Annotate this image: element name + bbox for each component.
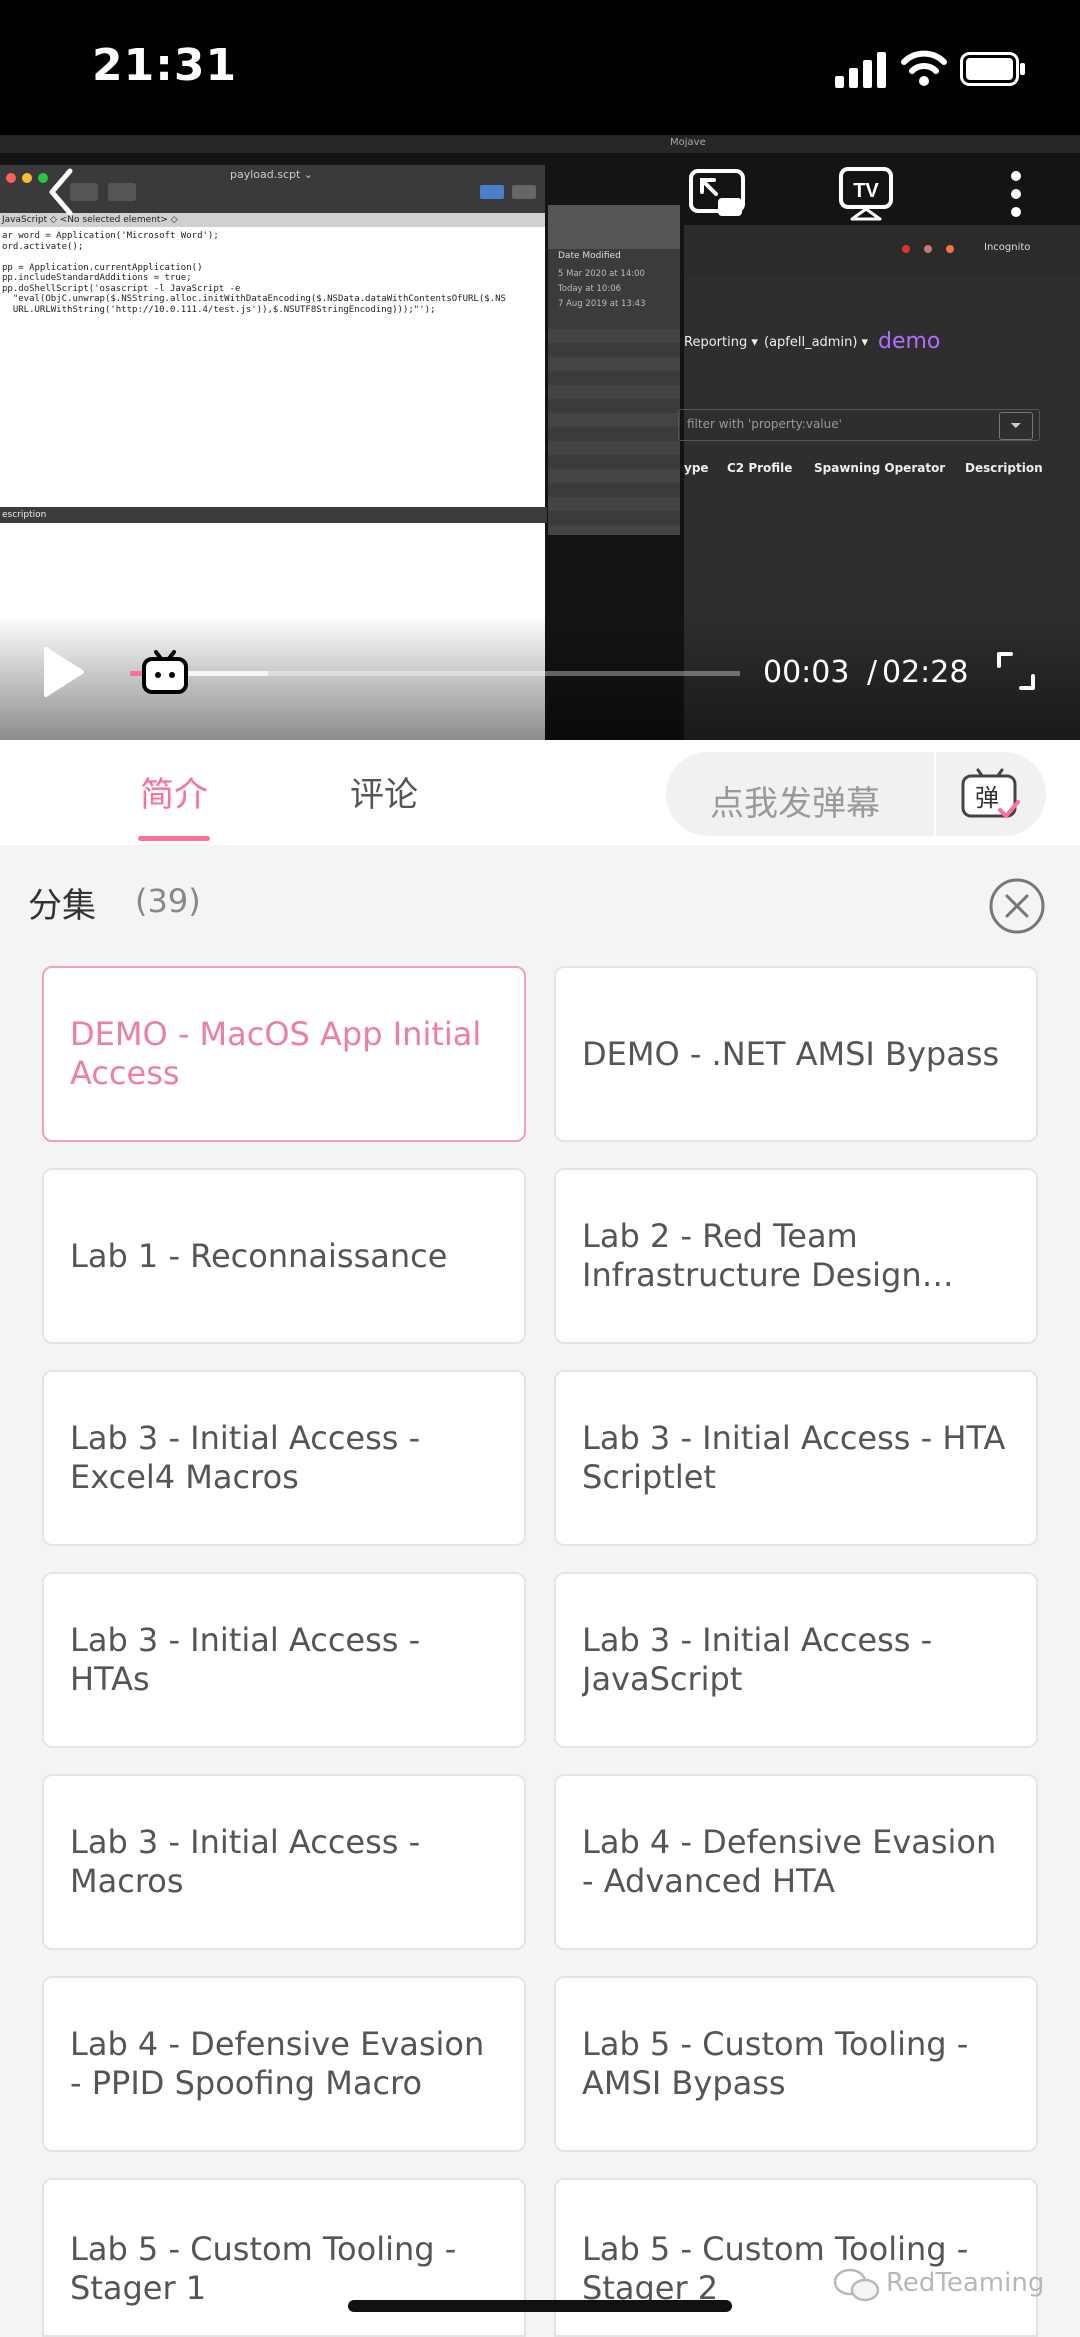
video-web-column-header: ype — [684, 461, 709, 475]
tab-intro[interactable]: 简介 — [140, 767, 208, 816]
video-total-time: 02:28 — [882, 655, 969, 690]
episode-card[interactable]: Lab 1 - Reconnaissance — [42, 1168, 526, 1344]
episode-label: DEMO - .NET AMSI Bypass — [582, 1034, 1000, 1073]
svg-text:弹: 弹 — [975, 784, 999, 812]
close-icon[interactable] — [988, 877, 1046, 935]
episodes-count: (39) — [135, 882, 201, 920]
video-web-column-header: C2 Profile — [727, 461, 793, 475]
episode-label: Lab 4 - Defensive Evasion - Advanced HTA — [582, 1823, 997, 1900]
window-close-dot — [6, 173, 16, 183]
episode-card[interactable]: Lab 3 - Initial Access - Excel4 Macros — [42, 1370, 526, 1546]
episode-card[interactable]: DEMO - .NET AMSI Bypass — [554, 966, 1038, 1142]
episode-label: Lab 3 - Initial Access - HTAs — [70, 1621, 421, 1698]
video-editor-body: ar word = Application('Microsoft Word');… — [0, 227, 545, 517]
picture-in-picture-icon[interactable] — [688, 168, 746, 220]
tab-active-indicator — [138, 836, 210, 841]
video-mac-menubar-title: Mojave — [670, 137, 706, 148]
video-editor-description-bar: escription — [0, 507, 547, 523]
video-finder-window: Date Modified 5 Mar 2020 at 14:00 Today … — [548, 205, 680, 535]
video-editor-code: ar word = Application('Microsoft Word');… — [2, 231, 506, 315]
video-mac-menubar: Mojave — [0, 135, 1080, 153]
episode-card[interactable]: Lab 3 - Initial Access - Macros — [42, 1774, 526, 1950]
episode-label: Lab 3 - Initial Access - Excel4 Macros — [70, 1419, 421, 1496]
wifi-icon — [901, 50, 947, 86]
danmaku-divider — [934, 752, 936, 836]
video-finder-column-header: Date Modified — [558, 251, 621, 261]
video-browser-incognito: Incognito — [984, 242, 1031, 253]
window-min-dot — [22, 173, 32, 183]
episode-card[interactable]: Lab 3 - Initial Access - HTA Scriptlet — [554, 1370, 1038, 1546]
bilibili-tv-progress-knob-icon[interactable] — [140, 646, 190, 696]
episode-label: Lab 3 - Initial Access - JavaScript — [582, 1621, 933, 1698]
tv-cast-icon[interactable]: TV — [838, 166, 894, 222]
episode-card[interactable]: Lab 5 - Custom Tooling - Stager 1 — [42, 2178, 526, 2337]
episode-label: Lab 3 - Initial Access - HTA Scriptlet — [582, 1419, 1006, 1496]
video-browser-ext-icon — [902, 245, 910, 253]
tab-comments[interactable]: 评论 — [350, 767, 418, 816]
danmaku-toggle-icon[interactable]: 弹 — [960, 766, 1020, 822]
episode-label: Lab 2 - Red Team Infrastructure Design a… — [582, 1217, 922, 1294]
video-editor-run-icon — [108, 183, 136, 201]
video-web-nav-reporting: Reporting ▾ — [684, 335, 758, 350]
video-current-time: 00:03 — [763, 655, 850, 690]
wechat-watermark-icon — [833, 2268, 880, 2302]
video-finder-row: Today at 10:06 — [558, 284, 622, 294]
episode-card[interactable]: Lab 4 - Defensive Evasion - Advanced HTA — [554, 1774, 1038, 1950]
episode-label: Lab 4 - Defensive Evasion - PPID Spoofin… — [70, 2025, 485, 2102]
status-bar: 21:31 — [0, 0, 1080, 135]
episode-card[interactable]: Lab 5 - Custom Tooling - Stager 2 — [554, 2178, 1038, 2337]
video-web-column-header: Description — [965, 461, 1043, 475]
home-indicator[interactable] — [348, 2300, 732, 2312]
video-web-column-header: Spawning Operator — [814, 461, 946, 475]
video-web-filter-input: filter with 'property:value' ⏷ — [678, 409, 1040, 441]
svg-text:TV: TV — [853, 180, 879, 202]
video-browser-toolbar: Incognito — [684, 225, 1080, 275]
video-browser-ext-icon — [946, 245, 954, 253]
video-finder-row: 5 Mar 2020 at 14:00 — [558, 269, 645, 279]
more-options-icon[interactable] — [1006, 168, 1026, 220]
episode-card[interactable]: Lab 5 - Custom Tooling - AMSI Bypass — [554, 1976, 1038, 2152]
video-finder-header — [548, 205, 680, 249]
fullscreen-icon[interactable] — [995, 650, 1037, 692]
video-editor-title: payload.scpt ⌄ — [230, 168, 314, 181]
video-web-logo: demo — [878, 329, 941, 354]
episode-label: DEMO - MacOS App Initial Access — [70, 1015, 482, 1092]
episode-card[interactable]: Lab 3 - Initial Access - JavaScript — [554, 1572, 1038, 1748]
episode-label: Lab 5 - Custom Tooling - Stager 1 — [70, 2229, 457, 2307]
video-editor-view-icon — [480, 185, 504, 199]
danmaku-placeholder: 点我发弹幕 — [710, 784, 880, 824]
video-time-separator: / — [867, 655, 878, 690]
episode-label: Lab 1 - Reconnaissance — [70, 1236, 448, 1275]
episodes-title: 分集 — [28, 886, 96, 926]
video-browser-ext-icon — [924, 245, 932, 253]
video-editor-panel-icon — [512, 185, 536, 199]
video-web-filter-icon: ⏷ — [999, 412, 1033, 440]
episode-label: Lab 3 - Initial Access - Macros — [70, 1823, 421, 1900]
watermark-text: RedTeaming — [886, 2268, 1045, 2298]
back-arrow-icon[interactable] — [46, 167, 76, 217]
play-icon[interactable] — [40, 645, 86, 699]
status-time: 21:31 — [92, 40, 238, 91]
video-finder-stripes — [548, 315, 680, 535]
episode-label: Lab 5 - Custom Tooling - AMSI Bypass — [582, 2025, 969, 2102]
episode-card[interactable]: Lab 2 - Red Team Infrastructure Design a… — [554, 1168, 1038, 1344]
battery-icon — [960, 52, 1025, 86]
video-finder-row: 7 Aug 2019 at 13:43 — [558, 299, 646, 309]
cellular-signal-icon — [835, 52, 886, 88]
tab-bar: 简介 评论 点我发弹幕 弹 — [0, 740, 1080, 845]
video-web-nav-user: (apfell_admin) ▾ — [764, 335, 869, 350]
video-editor-subheader: JavaScript ◇ <No selected element> ◇ — [0, 213, 545, 227]
episode-card[interactable]: Lab 3 - Initial Access - HTAs — [42, 1572, 526, 1748]
video-web-filter-placeholder: filter with 'property:value' — [687, 417, 842, 431]
episode-card[interactable]: Lab 4 - Defensive Evasion - PPID Spoofin… — [42, 1976, 526, 2152]
danmaku-input[interactable]: 点我发弹幕 弹 — [666, 752, 1046, 836]
episode-card[interactable]: DEMO - MacOS App Initial Access — [42, 966, 526, 1142]
